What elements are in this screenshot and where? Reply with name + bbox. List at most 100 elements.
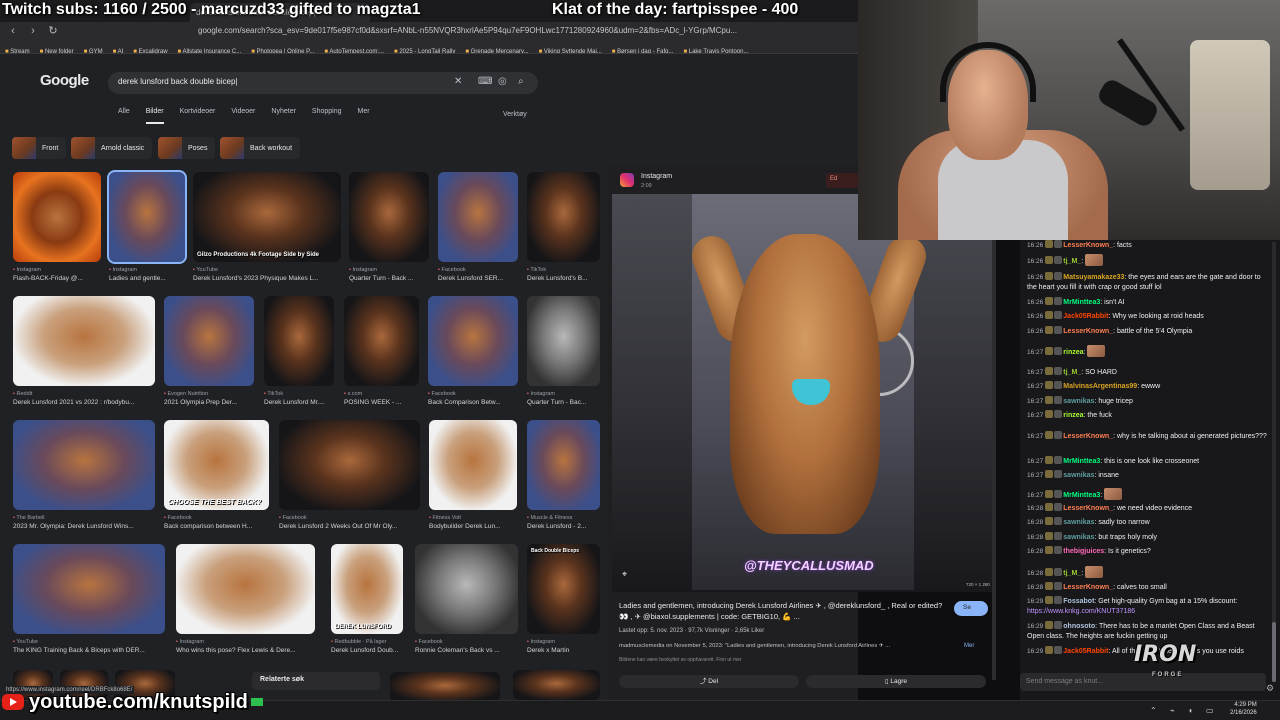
chat-username[interactable]: sawnikas	[1063, 534, 1094, 541]
chat-username[interactable]: tj_M_	[1063, 570, 1081, 577]
chat-link[interactable]: https://www.knkg.com/KNUT37186	[1027, 608, 1135, 615]
chat-username[interactable]: tj_M_	[1063, 258, 1081, 265]
chat-username[interactable]: LesserKnown_	[1063, 584, 1113, 591]
result-source[interactable]: Facebook	[438, 267, 465, 273]
image-result[interactable]: Instagram Flash-BACK-Friday @...	[13, 172, 101, 284]
result-source[interactable]: Redbubble · På lager	[331, 639, 386, 645]
result-thumbnail[interactable]	[176, 544, 315, 634]
result-thumbnail[interactable]	[429, 420, 517, 510]
image-result[interactable]: x.com POSING WEEK - ...	[344, 296, 419, 408]
search-box[interactable]: derek lunsford back double bicep| ✕ ⌨ ◎ …	[108, 72, 538, 94]
bookmark-item[interactable]: AI	[108, 46, 129, 53]
result-thumbnail[interactable]	[264, 296, 334, 386]
result-thumbnail[interactable]	[13, 544, 165, 634]
gear-icon[interactable]: ⚙	[1266, 683, 1274, 694]
lens-search-icon[interactable]: ⌖	[622, 569, 627, 580]
chat-username[interactable]: MrMinttea3	[1063, 299, 1100, 306]
result-source[interactable]: The Barbell	[13, 515, 44, 521]
search-input[interactable]: derek lunsford back double bicep|	[118, 77, 238, 86]
preview-image[interactable]: @THEYCALLUSMAD	[612, 194, 996, 592]
search-tab-mer[interactable]: Mer	[358, 108, 370, 124]
result-thumbnail[interactable]	[13, 420, 155, 510]
chat-username[interactable]: rinzea	[1063, 412, 1083, 419]
search-tab-shopping[interactable]: Shopping	[312, 108, 342, 124]
result-source[interactable]: Instagram	[13, 267, 40, 273]
result-source[interactable]: YouTube	[193, 267, 218, 273]
reload-icon[interactable]: ↻	[46, 24, 60, 38]
result-source[interactable]: Instagram	[349, 267, 376, 273]
chat-username[interactable]: Jack05Rabbit	[1063, 648, 1108, 655]
result-title[interactable]: Back comparison between H...	[164, 523, 269, 530]
image-result[interactable]: Instagram Ladies and gentle...	[107, 170, 187, 284]
bookmark-item[interactable]: Stream	[0, 46, 35, 53]
image-result[interactable]: Reddit Derek Lunsford 2021 vs 2022 : r/bo…	[13, 296, 155, 408]
bookmark-item[interactable]: New folder	[35, 46, 79, 53]
edit-button[interactable]: Ed	[826, 173, 858, 188]
result-source[interactable]: Facebook	[279, 515, 306, 521]
result-source[interactable]: Facebook	[428, 391, 455, 397]
result-thumbnail[interactable]	[349, 172, 429, 262]
result-title[interactable]: Derek Lunsford - 2...	[527, 523, 600, 530]
image-result[interactable]: CHOOSE THE BEST BACK? Facebook Back compar…	[164, 420, 269, 532]
image-result[interactable]: Muscle & Fitness Derek Lunsford - 2...	[527, 420, 600, 532]
result-title[interactable]: Ladies and gentle...	[109, 275, 185, 282]
lens-icon[interactable]: ◎	[498, 76, 507, 87]
image-result[interactable]: Instagram Who wins this pose? Flex Lewis …	[176, 544, 315, 656]
bookmark-item[interactable]: Lake Travis Pontoon...	[678, 46, 753, 53]
result-source[interactable]: Muscle & Fitness	[527, 515, 572, 521]
result-source[interactable]: Instagram	[527, 391, 554, 397]
result-title[interactable]: Derek Lunsford SER...	[438, 275, 518, 282]
result-source[interactable]: Evogen Nutrition	[164, 391, 208, 397]
chat-scroll-thumb[interactable]	[1272, 622, 1276, 682]
chat-username[interactable]: LesserKnown_	[1063, 505, 1113, 512]
clear-icon[interactable]: ✕	[454, 76, 462, 87]
chat-scrollbar[interactable]	[1272, 242, 1276, 682]
search-tab-nyheter[interactable]: Nyheter	[271, 108, 296, 124]
result-title[interactable]: POSING WEEK - ...	[344, 399, 419, 406]
image-result[interactable]: Gilzo Productions 4k Footage Side by Sid…	[193, 172, 341, 284]
result-source[interactable]: Fitness Volt	[429, 515, 460, 521]
result-thumbnail[interactable]	[164, 296, 254, 386]
result-title[interactable]: Bodybuilder Derek Lun...	[429, 523, 517, 530]
result-thumbnail[interactable]	[13, 172, 101, 262]
bookmark-item[interactable]: Allstate Insurance C...	[173, 46, 247, 53]
image-result[interactable]: Back Double Biceps Instagram Derek x Marti…	[527, 544, 600, 656]
result-title[interactable]: Quarter Turn - Back ...	[349, 275, 429, 282]
chat-username[interactable]: MrMinttea3	[1063, 458, 1100, 465]
image-result[interactable]: Facebook Derek Lunsford SER...	[438, 172, 518, 284]
result-title[interactable]: Ronnie Coleman's Back vs ...	[415, 647, 518, 654]
chat-username[interactable]: Jack05Rabbit	[1063, 313, 1108, 320]
chat-username[interactable]: sawnikas	[1063, 472, 1094, 479]
result-thumbnail[interactable]	[279, 420, 420, 510]
image-result[interactable]: Facebook Back Comparison Betw...	[428, 296, 518, 408]
chat-username[interactable]: MalvinasArgentinas99	[1063, 383, 1137, 390]
result-title[interactable]: The KING Training Back & Biceps with DER…	[13, 647, 165, 654]
tools-button[interactable]: Verktøy	[503, 111, 527, 118]
bookmark-item[interactable]: Grenade Mercenary...	[460, 46, 533, 53]
chat-username[interactable]: tj_M_	[1063, 369, 1081, 376]
chat-username[interactable]: ohnosoto	[1063, 623, 1095, 630]
chat-username[interactable]: LesserKnown_	[1063, 242, 1113, 249]
preview-source[interactable]: Instagram	[641, 173, 672, 180]
bookmark-item[interactable]: Viking Syttende Mai...	[534, 46, 607, 53]
image-result[interactable]: Evogen Nutrition 2021 Olympia Prep Der...	[164, 296, 254, 408]
result-thumbnail[interactable]	[428, 296, 518, 386]
image-result[interactable]: DEREK LUNSFORD Redbubble · På lager Derek …	[331, 544, 403, 656]
battery-icon[interactable]: ▭	[1206, 706, 1214, 715]
result-title[interactable]: Back Comparison Betw...	[428, 399, 518, 406]
result-source[interactable]: Reddit	[13, 391, 32, 397]
filter-chip[interactable]: Back workout	[220, 137, 301, 159]
share-button[interactable]: ⤴ Del	[619, 675, 799, 688]
image-result[interactable]: The Barbell 2023 Mr. Olympia: Derek Lunsf…	[13, 420, 155, 532]
chat-username[interactable]: sawnikas	[1063, 398, 1094, 405]
google-logo[interactable]: Google	[40, 72, 92, 92]
bookmark-item[interactable]: Photopea | Online P...	[246, 46, 319, 53]
network-icon[interactable]: ⌁	[1170, 706, 1175, 715]
image-result[interactable]: Fitness Volt Bodybuilder Derek Lun...	[429, 420, 517, 532]
chat-username[interactable]: rinzea	[1063, 349, 1083, 356]
image-result[interactable]: Instagram Quarter Turn - Back ...	[349, 172, 429, 284]
result-thumbnail[interactable]	[527, 420, 600, 510]
result-title[interactable]: Quarter Turn - Bac...	[527, 399, 600, 406]
image-result[interactable]: TikTok Derek Lunsford Mr....	[264, 296, 334, 408]
search-tab-kortvideoer[interactable]: Kortvideoer	[180, 108, 216, 124]
